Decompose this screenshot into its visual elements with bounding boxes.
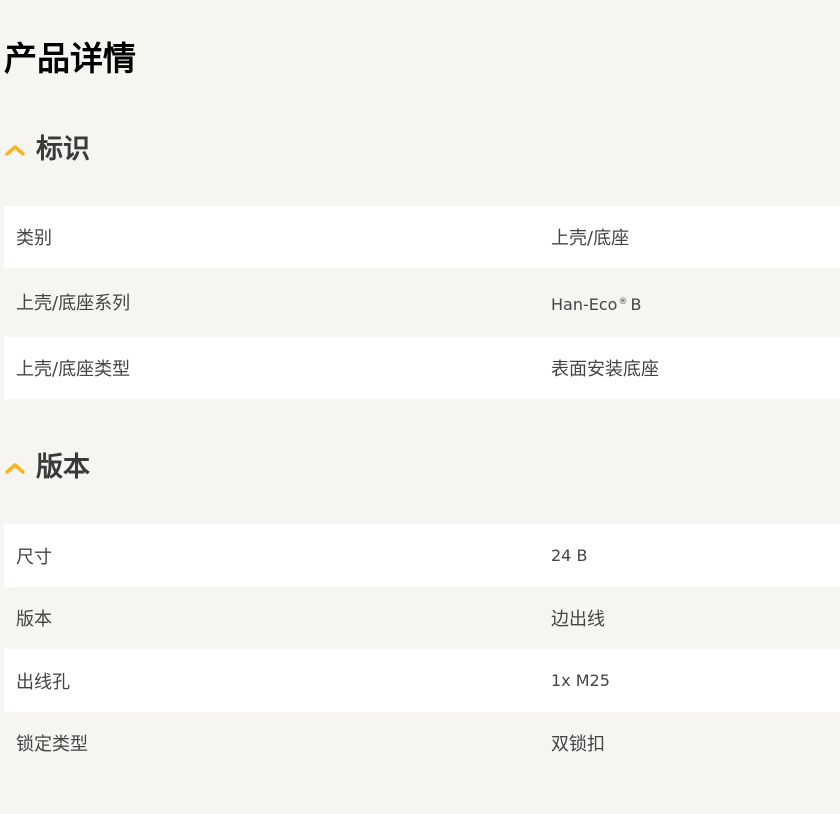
attribute-label: 版本 [16, 609, 52, 630]
attribute-label: 尺寸 [16, 546, 52, 568]
table-row: 上壳/底座系列 Han-Eco ® B [4, 268, 840, 337]
attribute-table-identification: 类别 上壳/底座 上壳/底座系列 Han-Eco ® B 上壳/底座类型 表面安装底… [4, 206, 840, 399]
attribute-value: 边出线 [551, 609, 605, 630]
section-header-version[interactable]: 版本 [4, 448, 90, 488]
attribute-value: 上壳/底座 [551, 228, 630, 249]
chevron-up-icon [5, 463, 25, 474]
product-details-page: 产品详情 标识 类别 上壳/底座 上壳/底座系列 Han-Eco ® B 上壳/底座… [0, 0, 840, 814]
attribute-value: 表面安装底座 [551, 359, 659, 380]
series-variant: B [630, 295, 642, 314]
attribute-value: 1x M25 [551, 671, 610, 690]
attribute-value: 双锁扣 [551, 734, 605, 755]
table-row: 尺寸 24 B [4, 524, 840, 587]
attribute-label: 上壳/底座系列 [16, 292, 131, 314]
table-row: 出线孔 1x M25 [4, 649, 840, 712]
attribute-label: 锁定类型 [16, 734, 88, 755]
section-title: 标识 [36, 134, 90, 165]
attribute-label: 类别 [16, 228, 52, 249]
page-title: 产品详情 [4, 39, 136, 78]
table-row: 上壳/底座类型 表面安装底座 [4, 337, 840, 399]
attribute-value: Han-Eco ® B [551, 268, 641, 337]
table-row: 类别 上壳/底座 [4, 206, 840, 268]
attribute-label: 上壳/底座类型 [16, 359, 131, 380]
attribute-table-version: 尺寸 24 B 版本 边出线 出线孔 1x M25 锁定类型 双锁扣 [4, 524, 840, 774]
registered-mark: ® [618, 296, 628, 307]
attribute-label: 出线孔 [16, 671, 70, 693]
chevron-up-icon [5, 145, 25, 156]
table-row: 版本 边出线 [4, 587, 840, 649]
attribute-value: 24 B [551, 546, 588, 565]
table-row: 锁定类型 双锁扣 [4, 712, 840, 774]
section-header-identification[interactable]: 标识 [4, 130, 90, 170]
series-name: Han-Eco [551, 295, 618, 314]
section-title: 版本 [36, 452, 90, 483]
